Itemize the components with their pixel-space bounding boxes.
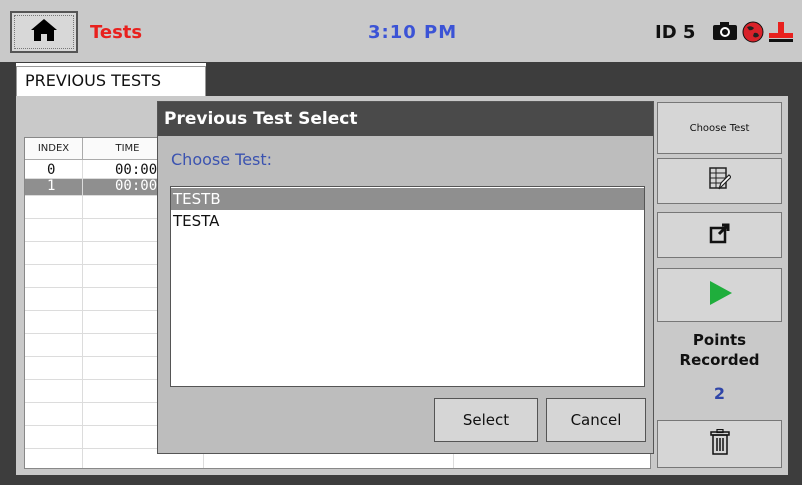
tab-previous-tests[interactable]: PREVIOUS TESTS [16, 66, 206, 96]
table-row-index[interactable]: 0 [47, 162, 55, 178]
camera-icon[interactable] [712, 21, 738, 45]
table-row-index[interactable]: 1 [47, 178, 55, 194]
edit-table-button[interactable] [657, 158, 782, 204]
sensor-icon[interactable] [767, 21, 795, 47]
list-item[interactable]: TESTB [171, 188, 644, 210]
dialog-prompt: Choose Test: [171, 150, 273, 169]
column-divider [82, 160, 83, 468]
home-icon [30, 17, 58, 47]
export-icon [709, 222, 731, 248]
trash-icon [709, 428, 730, 459]
points-recorded-value: 2 [713, 384, 726, 403]
previous-test-select-dialog: Previous Test Select Choose Test: TESTB … [157, 101, 654, 454]
cancel-button[interactable]: Cancel [546, 398, 646, 442]
globe-icon[interactable] [742, 21, 764, 47]
column-header-index: INDEX [25, 138, 83, 160]
test-listbox[interactable]: TESTB TESTA [170, 186, 645, 387]
page-title: Tests [90, 22, 143, 43]
points-label-line1: Points [692, 331, 747, 349]
device-id: ID 5 [655, 22, 696, 43]
play-button[interactable] [657, 268, 782, 322]
choose-test-button[interactable]: Choose Test [657, 102, 782, 154]
play-icon [706, 279, 734, 311]
top-bar: Tests 3:10 PM ID 5 [0, 0, 802, 62]
points-recorded-label: Points Recorded [657, 330, 782, 370]
tab-strip-background [206, 63, 788, 96]
table-edit-icon [708, 167, 732, 195]
clock-display: 3:10 PM [368, 22, 458, 43]
home-button[interactable] [10, 11, 78, 53]
export-button[interactable] [657, 212, 782, 258]
dialog-title: Previous Test Select [158, 102, 653, 136]
select-button[interactable]: Select [434, 398, 538, 442]
list-item[interactable]: TESTA [171, 210, 644, 232]
delete-button[interactable] [657, 420, 782, 468]
points-label-line2: Recorded [679, 351, 760, 369]
